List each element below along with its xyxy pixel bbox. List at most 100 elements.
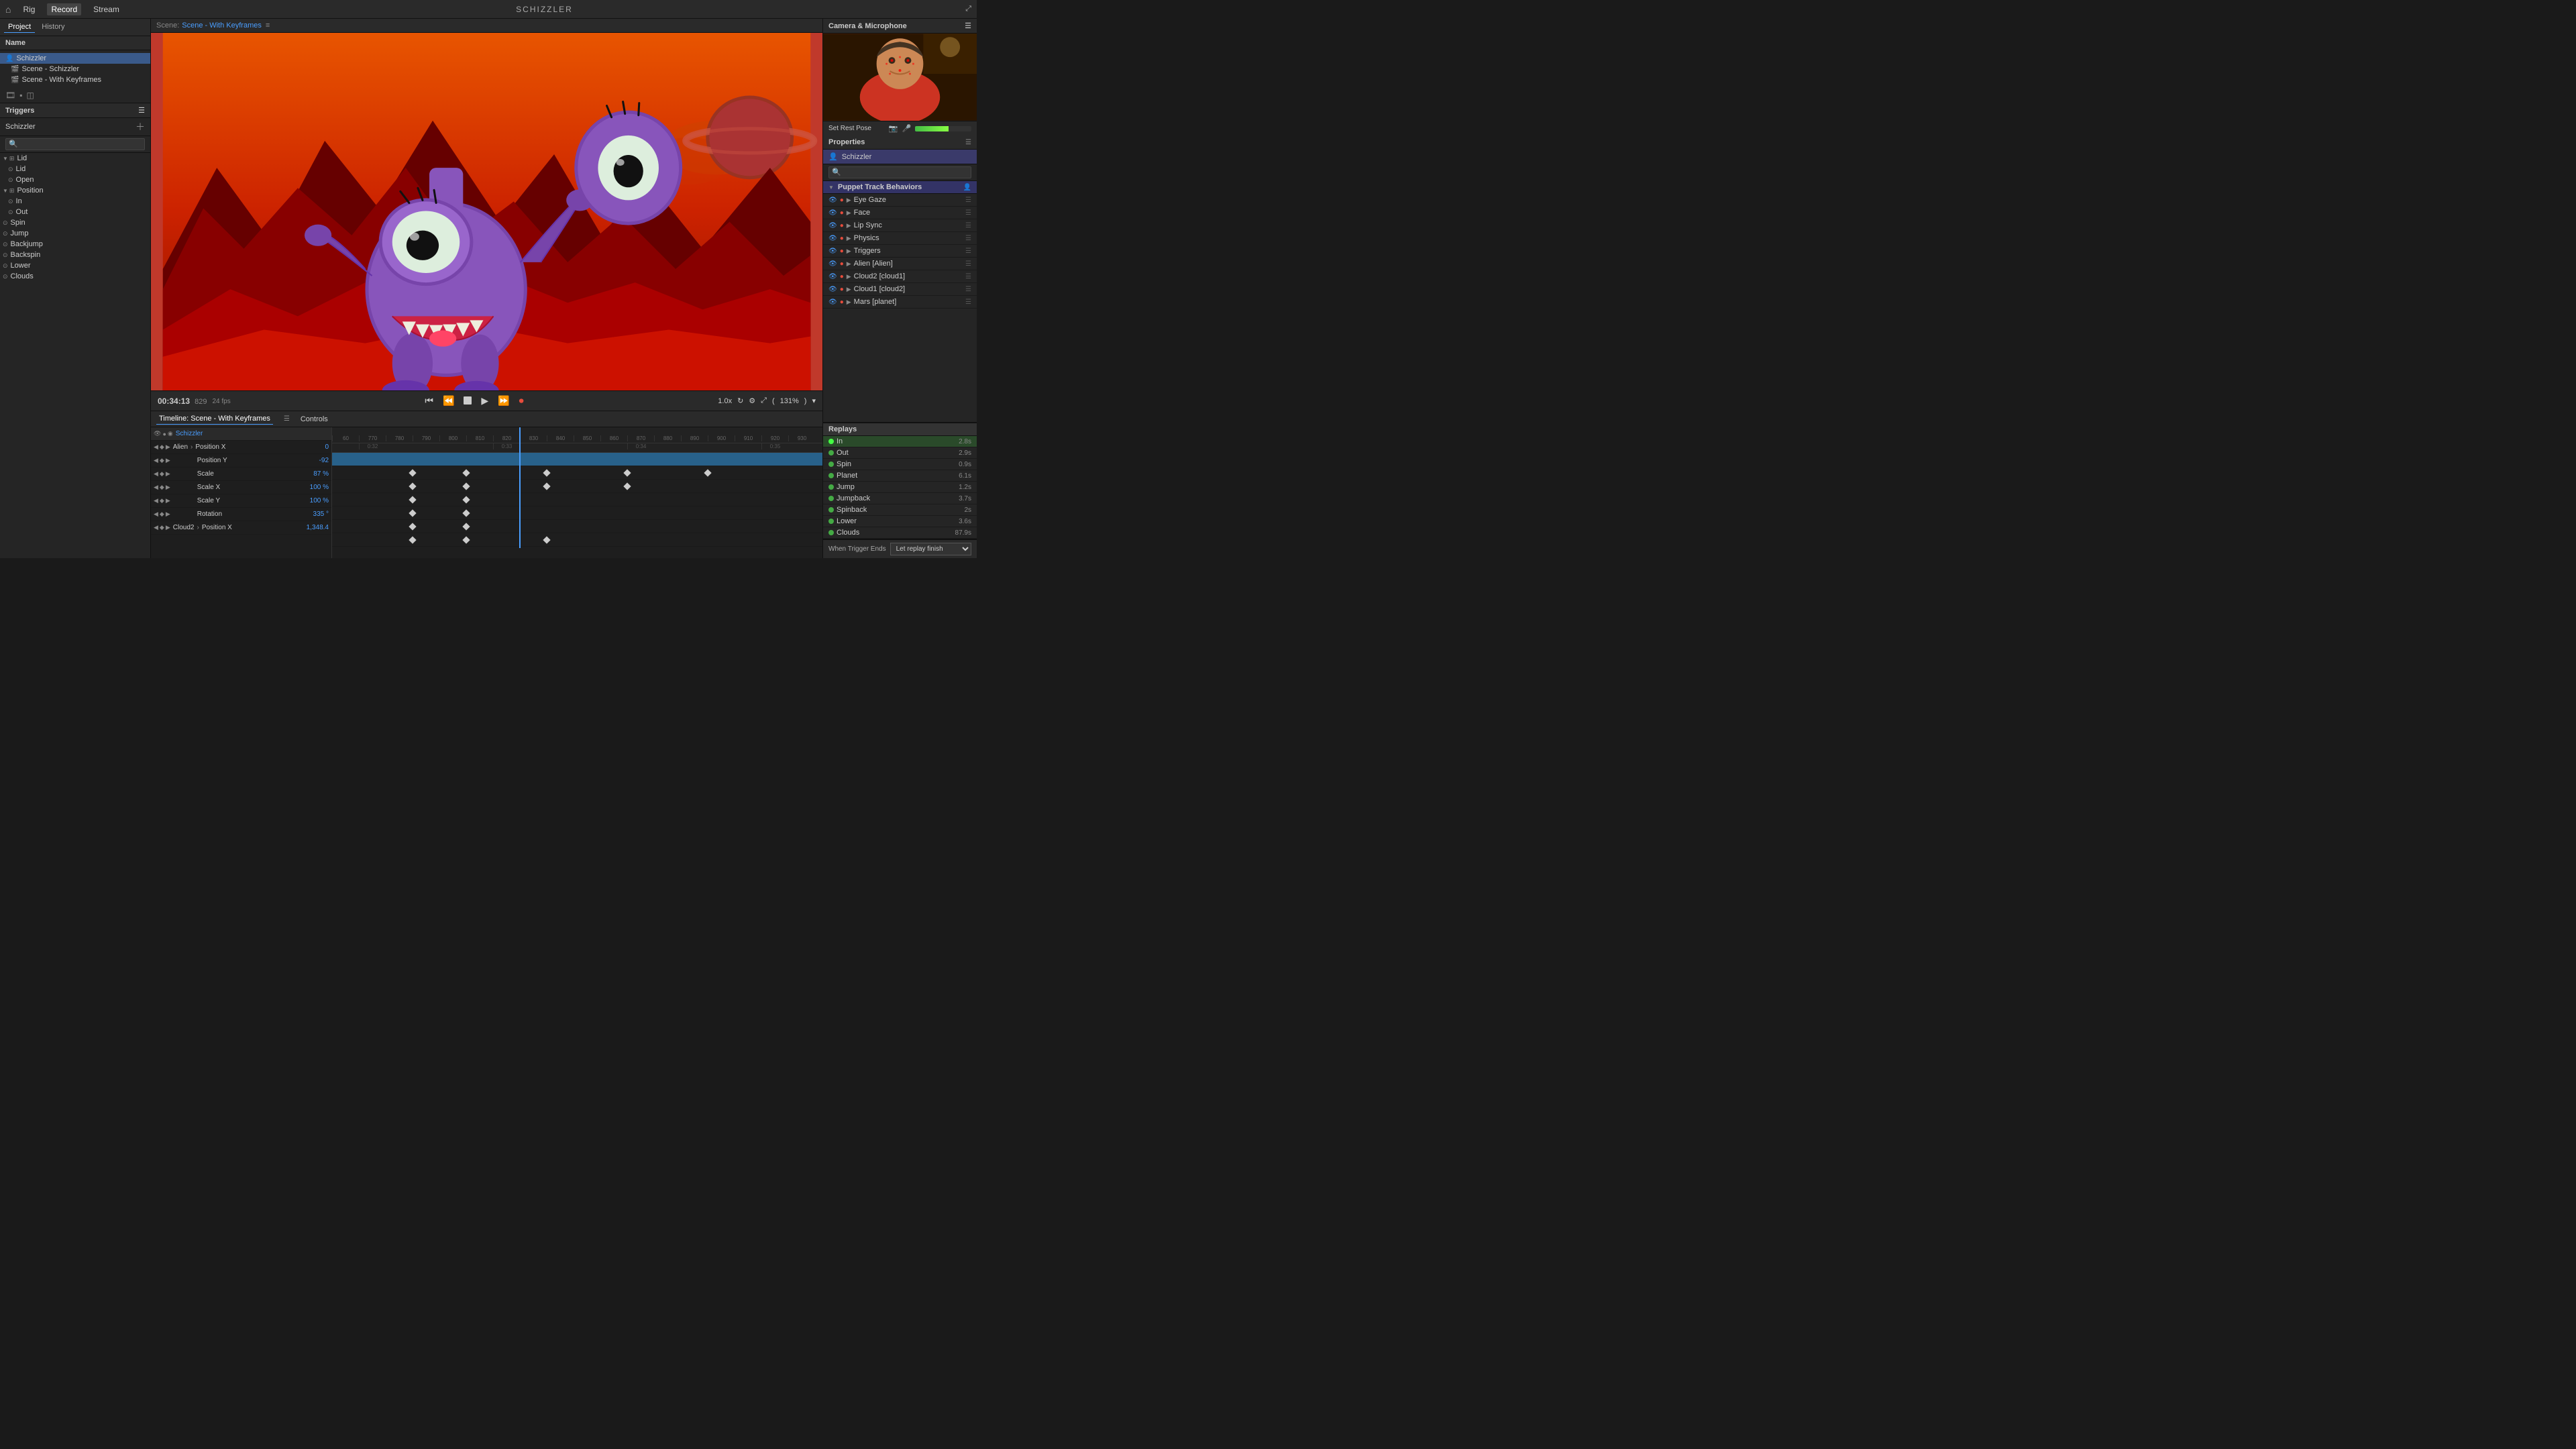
keyframe[interactable]	[462, 469, 470, 476]
trigger-search-input[interactable]	[5, 138, 145, 150]
tree-item-scene-keyframes[interactable]: 🎬 Scene - With Keyframes	[0, 74, 150, 85]
play-loop-button[interactable]: ⏩	[495, 394, 512, 408]
scene-menu-icon[interactable]: ≡	[266, 21, 270, 30]
keyframe[interactable]	[462, 509, 470, 517]
keyframe[interactable]	[409, 536, 416, 543]
preview-canvas[interactable]	[151, 33, 822, 390]
vis-icon-physics[interactable]: 👁	[828, 235, 837, 242]
key-icon-4[interactable]: ◆	[160, 484, 164, 491]
fwd-icon-7[interactable]: ▶	[166, 524, 170, 531]
fwd-icon-2[interactable]: ▶	[166, 457, 170, 464]
expand-mars[interactable]: ▶	[847, 299, 851, 306]
behavior-menu-triggers[interactable]: ☰	[965, 248, 971, 255]
trigger-ends-select[interactable]: Let replay finish Stop immediately Loop	[890, 543, 971, 555]
timeline-settings-icon[interactable]: ☰	[284, 415, 290, 423]
vis-icon-5[interactable]: ◀	[154, 497, 158, 504]
behavior-face[interactable]: 👁 ● ▶ Face ☰	[823, 207, 977, 219]
vis-icon-6[interactable]: ◀	[154, 511, 158, 518]
rec-icon-mars[interactable]: ●	[840, 299, 844, 306]
home-icon[interactable]: ⌂	[5, 4, 11, 15]
tab-project[interactable]: Project	[4, 21, 35, 33]
behavior-lipsync[interactable]: 👁 ● ▶ Lip Sync ☰	[823, 219, 977, 232]
expand-physics[interactable]: ▶	[847, 235, 851, 242]
key-icon-2[interactable]: ◆	[160, 457, 164, 464]
rec-icon-alien[interactable]: ●	[840, 260, 844, 268]
behavior-menu-face[interactable]: ☰	[965, 209, 971, 217]
vis-icon-face[interactable]: 👁	[828, 209, 837, 217]
add-trigger-button[interactable]: ＋	[136, 120, 145, 133]
behavior-eye-gaze[interactable]: 👁 ● ▶ Eye Gaze ☰	[823, 194, 977, 207]
fwd-icon-3[interactable]: ▶	[166, 470, 170, 478]
tree-item-schizzler[interactable]: 👤 Schizzler	[0, 53, 150, 64]
puppet-selector[interactable]: 👤 Schizzler	[823, 150, 977, 164]
trigger-backspin[interactable]: ⊙ Backspin	[0, 250, 150, 260]
tab-controls[interactable]: Controls	[298, 414, 331, 425]
vis-icon-cloud2[interactable]: 👁	[828, 273, 837, 280]
cycle-icon[interactable]: ↻	[737, 396, 743, 405]
keyframe[interactable]	[409, 523, 416, 530]
vis-icon-triggers[interactable]: 👁	[828, 248, 837, 255]
expand-face[interactable]: ▶	[847, 209, 851, 217]
key-icon-5[interactable]: ◆	[160, 497, 164, 504]
keyframe[interactable]	[704, 469, 711, 476]
rec-icon-triggers[interactable]: ●	[840, 248, 844, 255]
settings-icon[interactable]: ⚙	[749, 396, 755, 405]
nav-record[interactable]: Record	[47, 3, 81, 15]
vis-icon-mars[interactable]: 👁	[828, 299, 837, 306]
stop-button[interactable]	[461, 394, 474, 408]
zoom-chevron-icon[interactable]: ▾	[812, 396, 816, 405]
timeline-tracks[interactable]: 60 770 780 790 800 810 820 830 840 850 8…	[332, 427, 822, 558]
eye-icon[interactable]: 👁	[154, 430, 161, 437]
replay-spin[interactable]: Spin 0.9s	[823, 459, 977, 470]
keyframe[interactable]	[462, 496, 470, 503]
replay-in[interactable]: In 2.8s	[823, 436, 977, 447]
behavior-menu-eyegaze[interactable]: ☰	[965, 197, 971, 204]
behavior-menu-cloud1[interactable]: ☰	[965, 286, 971, 293]
replay-jumpback[interactable]: Jumpback 3.7s	[823, 493, 977, 504]
camera-menu-icon[interactable]: ☰	[965, 21, 971, 30]
behavior-mars[interactable]: 👁 ● ▶ Mars [planet] ☰	[823, 296, 977, 309]
vis-icon-4[interactable]: ◀	[154, 484, 158, 491]
behavior-menu-cloud2[interactable]: ☰	[965, 273, 971, 280]
behavior-triggers[interactable]: 👁 ● ▶ Triggers ☰	[823, 245, 977, 258]
tab-timeline[interactable]: Timeline: Scene - With Keyframes	[156, 413, 273, 425]
behavior-section-menu-icon[interactable]: 👤	[963, 184, 971, 191]
film-icon[interactable]: 🎞	[5, 91, 15, 100]
keyframe[interactable]	[409, 482, 416, 490]
keyframe[interactable]	[462, 536, 470, 543]
vis-icon-2[interactable]: ◀	[154, 457, 158, 464]
expand-lipsync[interactable]: ▶	[847, 222, 851, 229]
record-button[interactable]: ⏺	[517, 394, 527, 408]
tree-item-scene-schizzler[interactable]: 🎬 Scene - Schizzler	[0, 64, 150, 74]
fwd-icon[interactable]: ▶	[166, 443, 170, 451]
expand-eyegaze[interactable]: ▶	[847, 197, 851, 204]
behavior-menu-physics[interactable]: ☰	[965, 235, 971, 242]
step-back-button[interactable]: ⏪	[440, 394, 457, 408]
properties-search-input[interactable]	[828, 166, 971, 178]
key-icon-3[interactable]: ◆	[160, 470, 164, 478]
behavior-menu-mars[interactable]: ☰	[965, 299, 971, 306]
keyframe[interactable]	[462, 482, 470, 490]
keyframe[interactable]	[623, 469, 631, 476]
keyframe[interactable]	[409, 469, 416, 476]
behavior-menu-alien[interactable]: ☰	[965, 260, 971, 268]
fwd-icon-6[interactable]: ▶	[166, 511, 170, 518]
replay-out[interactable]: Out 2.9s	[823, 447, 977, 459]
triggers-menu-icon[interactable]: ☰	[138, 106, 145, 115]
keyframe[interactable]	[409, 509, 416, 517]
trigger-jump[interactable]: ⊙ Jump	[0, 228, 150, 239]
trigger-spin[interactable]: ⊙ Spin	[0, 217, 150, 228]
replay-jump[interactable]: Jump 1.2s	[823, 482, 977, 493]
trigger-open[interactable]: ⊙ Open	[0, 174, 150, 185]
vis-icon-alien[interactable]: 👁	[828, 260, 837, 268]
rec-icon[interactable]: ●	[162, 431, 166, 437]
square-icon[interactable]: ▪	[19, 91, 22, 100]
rec-icon-cloud2[interactable]: ●	[840, 273, 844, 280]
rec-icon-face[interactable]: ●	[840, 209, 844, 217]
replay-spinback[interactable]: Spinback 2s	[823, 504, 977, 516]
behavior-cloud1[interactable]: 👁 ● ▶ Cloud1 [cloud2] ☰	[823, 283, 977, 296]
behavior-menu-lipsync[interactable]: ☰	[965, 222, 971, 229]
playhead[interactable]	[519, 427, 521, 548]
trigger-clouds[interactable]: ⊙ Clouds	[0, 271, 150, 282]
key-icon-7[interactable]: ◆	[160, 524, 164, 531]
